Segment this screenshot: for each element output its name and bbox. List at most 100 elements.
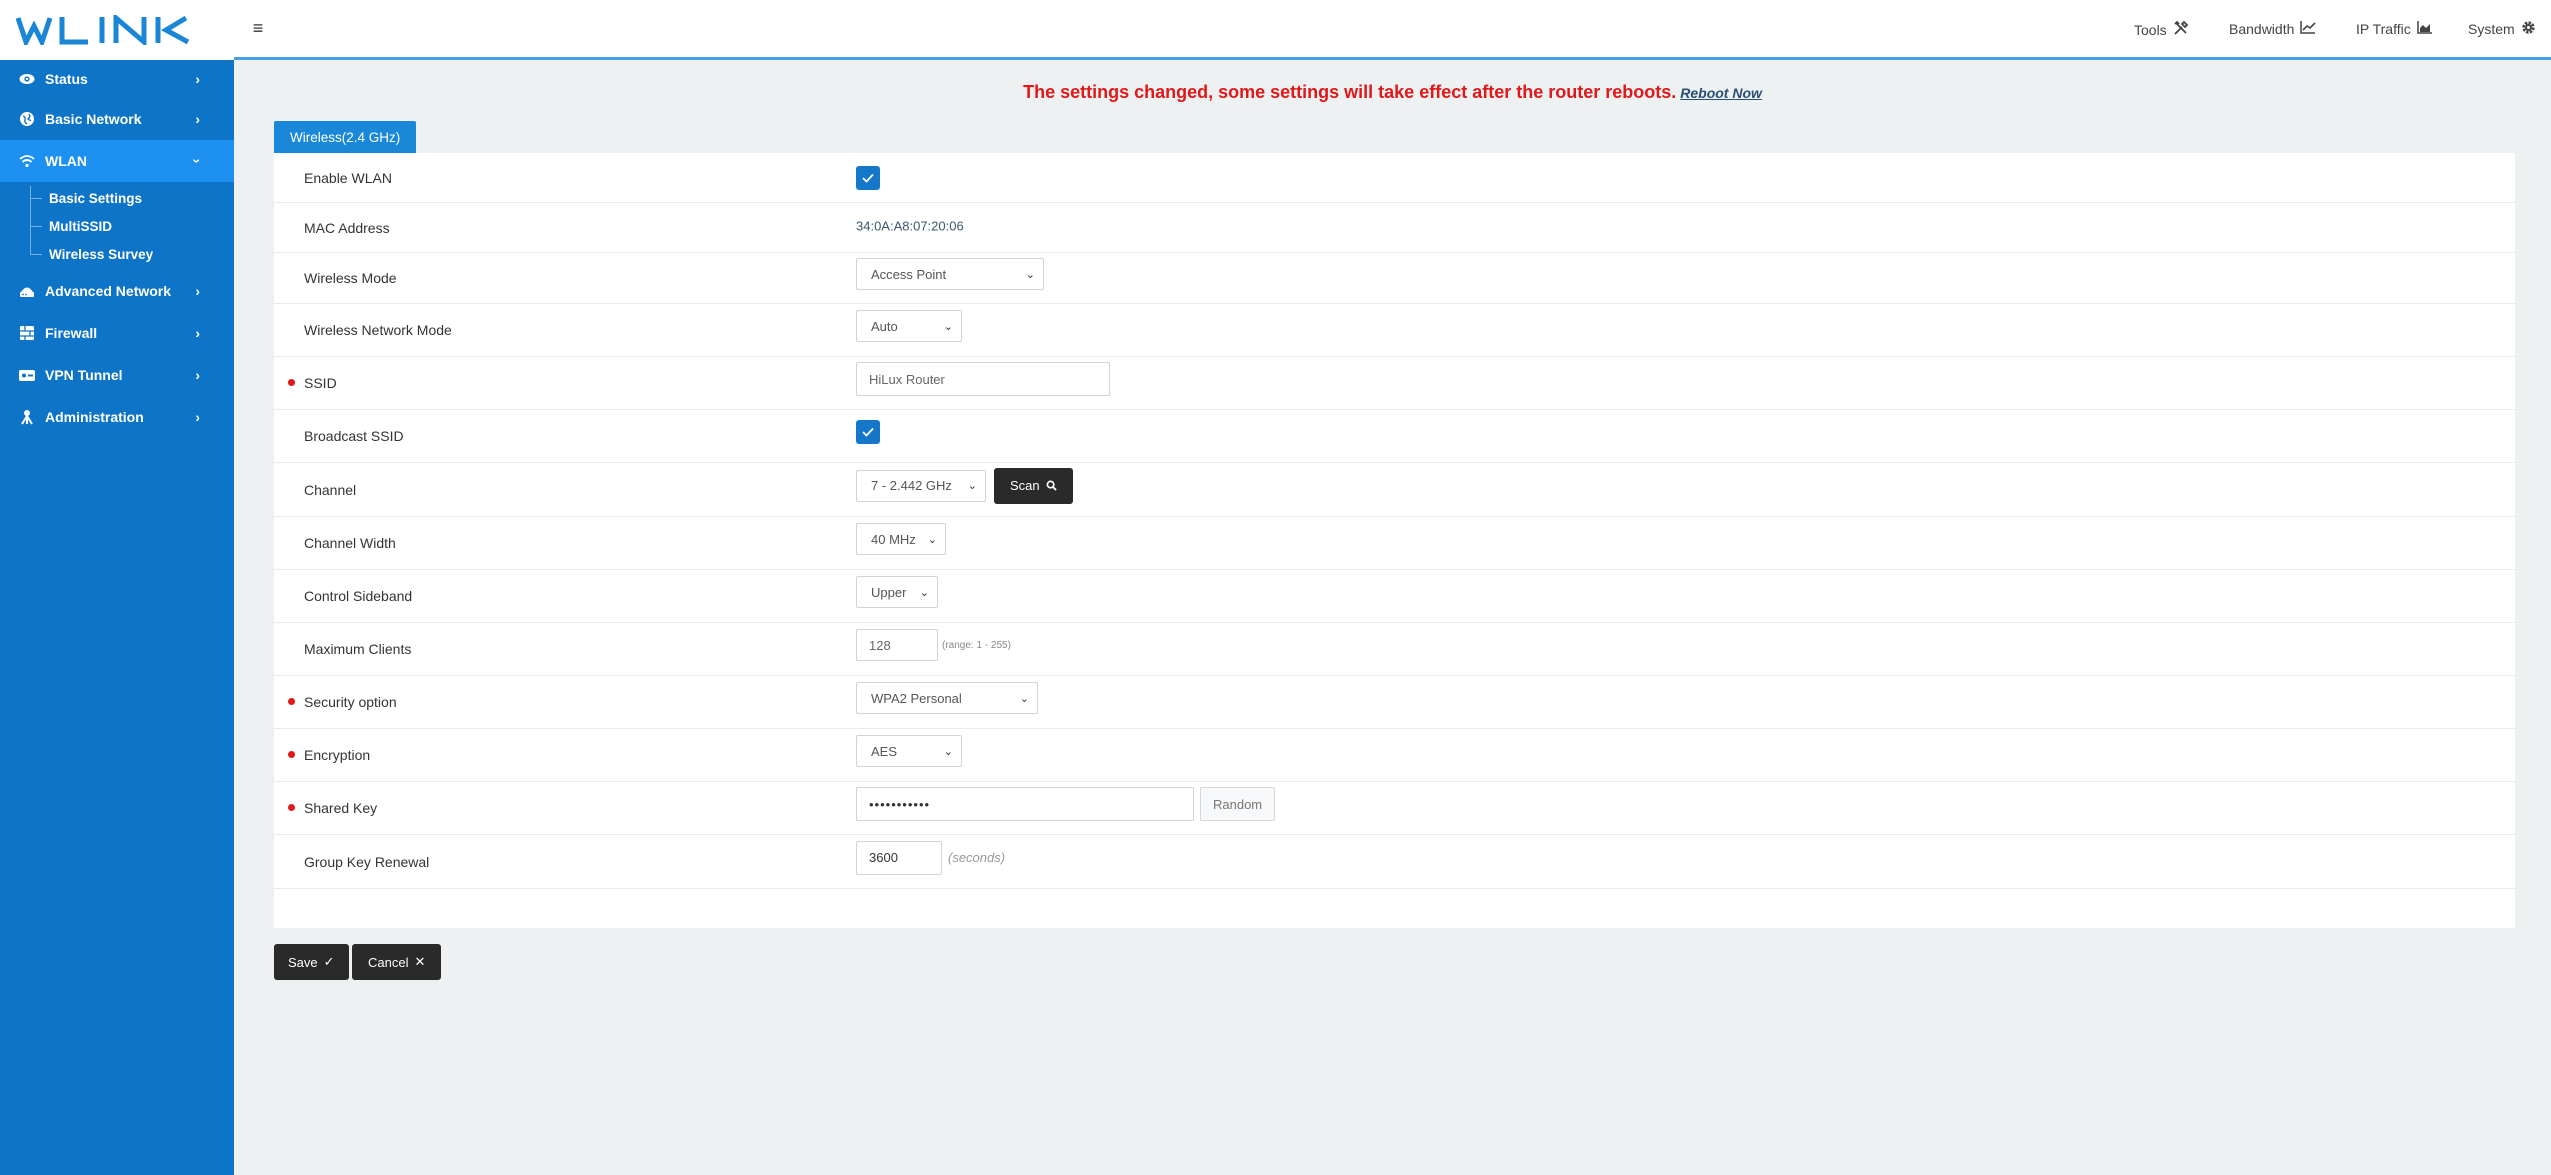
seconds-hint: (seconds) (948, 850, 1006, 865)
button-label: Scan (1010, 478, 1040, 493)
shared-key-input[interactable]: ••••••••••• (856, 787, 1194, 821)
sidebar-item-vpn-tunnel[interactable]: VPN Tunnel › (0, 354, 234, 396)
row-shared-key: Shared Key ••••••••••• Random (274, 782, 2515, 835)
notice-text: The settings changed, some settings will… (1023, 82, 1677, 102)
channel-width-select[interactable]: 40 MHz ⌄ (856, 523, 946, 555)
row-control-sideband: Control Sideband Upper ⌄ (274, 570, 2515, 623)
top-bar: ≡ Tools Bandwidth IP Traffic System (234, 0, 2551, 60)
field-label: Group Key Renewal (304, 853, 430, 870)
encryption-select[interactable]: AES ⌄ (856, 735, 962, 767)
ssid-input[interactable]: HiLux Router (856, 362, 1110, 396)
row-encryption: Encryption AES ⌄ (274, 729, 2515, 782)
row-group-key-renewal: Group Key Renewal 3600 (seconds) (274, 835, 2515, 889)
security-option-select[interactable]: WPA2 Personal ⌄ (856, 682, 1038, 714)
vpn-icon (18, 366, 36, 384)
enable-wlan-checkbox[interactable] (856, 165, 880, 190)
sidebar-item-label: Basic Network (45, 111, 142, 127)
sidebar-subitem-wireless-survey[interactable]: Wireless Survey (0, 240, 234, 268)
admin-icon (18, 408, 36, 426)
close-icon: ✕ (414, 954, 426, 969)
range-hint: (range: 1 - 255) (942, 639, 1011, 651)
chevron-right-icon: › (195, 71, 200, 87)
reboot-now-link[interactable]: Reboot Now (1680, 85, 1762, 101)
select-value: WPA2 Personal (871, 690, 962, 706)
wireless-network-mode-select[interactable]: Auto ⌄ (856, 310, 962, 342)
group-key-renewal-input[interactable]: 3600 (856, 840, 942, 875)
select-value: Upper (871, 584, 907, 600)
topbar-link-system[interactable]: System (2468, 20, 2536, 38)
field-label: Shared Key (304, 800, 378, 816)
field-label: Maximum Clients (304, 641, 412, 657)
control-sideband-select[interactable]: Upper ⌄ (856, 576, 938, 608)
select-value: 7 - 2.442 GHz (871, 478, 952, 493)
chevron-down-icon: ⌄ (1019, 692, 1029, 705)
chevron-right-icon: › (195, 283, 200, 299)
chevron-down-icon: ⌄ (927, 533, 937, 546)
field-label: Control Sideband (304, 588, 413, 604)
wlink-logo[interactable] (0, 0, 234, 60)
sidebar-item-status[interactable]: Status › (0, 60, 234, 98)
field-label: Wireless Network Mode (304, 322, 452, 338)
topbar-link-label: Bandwidth (2229, 20, 2295, 37)
channel-select[interactable]: 7 - 2.442 GHz ⌄ (856, 469, 986, 502)
field-label: Security option (304, 694, 397, 710)
cancel-button[interactable]: Cancel ✕ (352, 944, 442, 980)
random-key-button[interactable]: Random (1200, 787, 1276, 821)
row-ssid: SSID HiLux Router (274, 357, 2515, 410)
chevron-right-icon: › (195, 367, 200, 383)
sidebar-item-basic-network[interactable]: Basic Network › (0, 98, 234, 140)
select-value: 40 MHz (871, 531, 916, 547)
topbar-link-ip-traffic[interactable]: IP Traffic (2356, 20, 2433, 37)
chevron-right-icon: › (195, 409, 200, 425)
field-label: Encryption (304, 747, 371, 763)
sidebar-subitem-basic-settings[interactable]: Basic Settings (0, 184, 234, 212)
eye-icon (18, 70, 36, 88)
sidebar-item-label: Firewall (45, 325, 98, 341)
topbar-link-label: System (2468, 21, 2515, 37)
chevron-down-icon: ⌄ (1025, 268, 1035, 281)
wlan-submenu: Basic Settings MultiSSID Wireless Survey (0, 182, 234, 270)
checkmark-icon (862, 173, 874, 183)
sidebar-item-label: Administration (45, 409, 144, 425)
select-value: AES (871, 743, 898, 759)
topbar-link-label: IP Traffic (2356, 20, 2411, 37)
row-wireless-network-mode: Wireless Network Mode Auto ⌄ (274, 304, 2515, 357)
broadcast-ssid-checkbox[interactable] (856, 420, 880, 444)
hamburger-menu-icon[interactable]: ≡ (246, 16, 270, 40)
button-label: Save (288, 954, 318, 970)
field-label: Wireless Mode (304, 270, 397, 286)
sidebar-item-label: VPN Tunnel (45, 367, 123, 383)
search-icon (1046, 480, 1057, 491)
topbar-link-bandwidth[interactable]: Bandwidth (2229, 20, 2316, 37)
gear-icon (2521, 20, 2536, 38)
scan-button[interactable]: Scan (994, 467, 1073, 504)
chart-line-icon (2300, 20, 2316, 37)
required-marker (288, 698, 295, 705)
sidebar-item-advanced-network[interactable]: Advanced Network › (0, 270, 234, 312)
mac-address-value: 34:0A:A8:07:20:06 (856, 218, 964, 233)
row-wireless-mode: Wireless Mode Access Point ⌄ (274, 253, 2515, 304)
sidebar-item-administration[interactable]: Administration › (0, 396, 234, 438)
chevron-right-icon: › (195, 111, 200, 127)
tab-wireless-2-4ghz[interactable]: Wireless(2.4 GHz) (274, 121, 417, 153)
required-marker (288, 804, 295, 811)
sidebar-item-wlan[interactable]: WLAN › (0, 140, 234, 182)
maximum-clients-input[interactable]: 128 (856, 629, 938, 661)
required-marker (288, 751, 295, 758)
row-security-option: Security option WPA2 Personal ⌄ (274, 676, 2515, 729)
topbar-link-tools[interactable]: Tools (2134, 20, 2189, 39)
checkmark-icon: ✓ (323, 954, 335, 969)
checkmark-icon (862, 427, 874, 437)
router-icon (18, 282, 36, 300)
sidebar-subitem-multissid[interactable]: MultiSSID (0, 212, 234, 240)
wireless-settings-panel: Enable WLAN MAC Address 34:0A:A8:07:20:0… (274, 153, 2515, 928)
wireless-mode-select[interactable]: Access Point ⌄ (856, 258, 1044, 290)
sidebar-item-label: Status (45, 71, 88, 87)
topbar-link-label: Tools (2134, 21, 2167, 38)
save-button[interactable]: Save ✓ (274, 944, 349, 980)
wifi-icon (18, 152, 36, 170)
row-mac-address: MAC Address 34:0A:A8:07:20:06 (274, 203, 2515, 253)
chevron-down-icon: › (189, 158, 206, 164)
logo-icon (16, 15, 190, 45)
sidebar-item-firewall[interactable]: Firewall › (0, 312, 234, 354)
